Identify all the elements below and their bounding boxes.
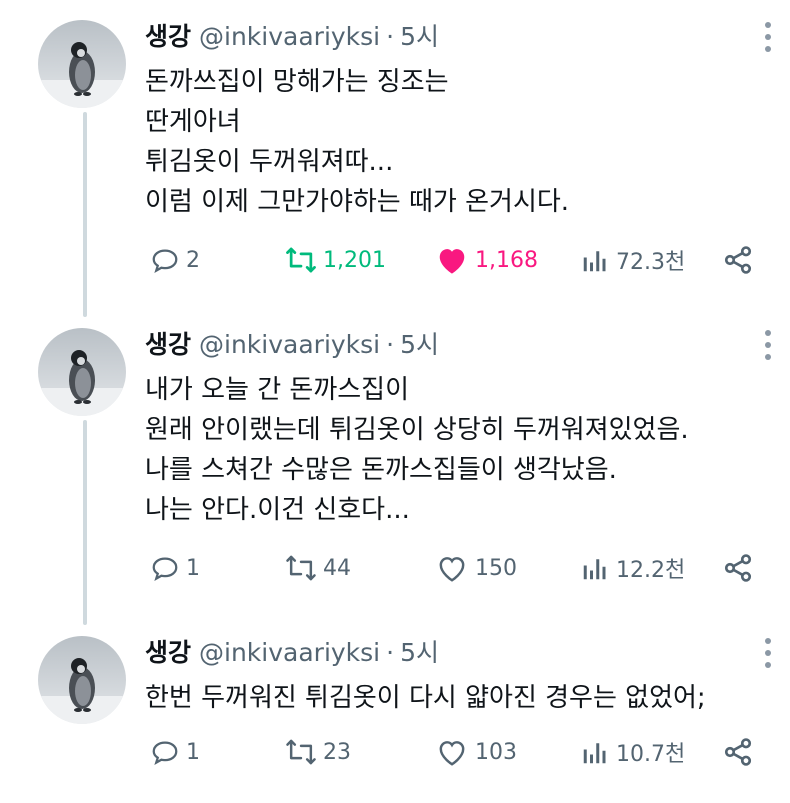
- more-icon: [765, 330, 771, 336]
- retweet-icon: [286, 739, 316, 765]
- tweet-text-line: 한번 두꺼워진 튀김옷이 다시 얇아진 경우는 없었어;: [145, 683, 706, 713]
- like-button[interactable]: 103: [435, 732, 517, 772]
- tweet-text-line: 내가 오늘 간 돈까스집이: [145, 375, 409, 405]
- retweet-button[interactable]: 1,201: [285, 240, 386, 280]
- avatar[interactable]: [38, 20, 126, 108]
- avatar[interactable]: [38, 636, 126, 724]
- tweet-header: 생강 @inkivaariyksi · 5시: [145, 330, 439, 360]
- tweet-text-line: 나를 스쳐간 수많은 돈까스집들이 생각났음.: [145, 455, 617, 485]
- share-button[interactable]: [722, 240, 754, 280]
- views-button[interactable]: 10.7천: [580, 732, 685, 772]
- share-icon: [724, 246, 752, 274]
- views-count: 72.3천: [616, 250, 686, 275]
- reply-count: 1: [186, 555, 200, 581]
- more-icon: [765, 22, 771, 28]
- reply-count: 1: [186, 739, 200, 765]
- reply-button[interactable]: 1: [150, 732, 200, 772]
- penguin-avatar-image: [38, 328, 126, 416]
- views-button[interactable]: 72.3천: [580, 240, 685, 280]
- tweet-header: 생강 @inkivaariyksi · 5시: [145, 22, 439, 52]
- share-button[interactable]: [722, 548, 754, 588]
- penguin-avatar-image: [38, 636, 126, 724]
- like-count: 1,168: [475, 247, 538, 273]
- tweet-text: 돈까쓰집이 망해가는 징조는 딴게아녀 튀김옷이 두꺼워져따... 이럼 이제 …: [145, 62, 569, 222]
- more-options-button[interactable]: [762, 636, 772, 670]
- retweet-icon: [286, 555, 316, 581]
- display-name[interactable]: 생강: [145, 22, 191, 51]
- more-icon: [765, 650, 771, 656]
- user-handle[interactable]: @inkivaariyksi: [199, 22, 380, 51]
- reply-icon: [152, 557, 178, 581]
- action-bar: 2 1,201 1,168 72.3천: [150, 240, 760, 280]
- separator-dot: ·: [386, 638, 395, 667]
- separator-dot: ·: [386, 22, 395, 51]
- reply-button[interactable]: 2: [150, 240, 200, 280]
- like-icon: [439, 557, 465, 582]
- more-icon: [765, 46, 771, 52]
- reply-count: 2: [186, 247, 200, 273]
- display-name[interactable]: 생강: [145, 638, 191, 667]
- action-bar: 1 44 150 12.2천: [150, 548, 760, 588]
- more-icon: [765, 354, 771, 360]
- like-count: 150: [475, 555, 517, 581]
- tweet-text-line: 이럼 이제 그만가야하는 때가 온거시다.: [145, 187, 570, 217]
- more-icon: [765, 34, 771, 40]
- tweet-text-line: 딴게아녀: [145, 107, 241, 137]
- more-options-button[interactable]: [762, 20, 772, 54]
- share-icon: [724, 738, 752, 766]
- action-bar: 1 23 103 10.7천: [150, 732, 760, 772]
- views-icon: [583, 743, 606, 764]
- reply-icon: [152, 249, 178, 273]
- share-button[interactable]: [722, 732, 754, 772]
- views-count: 12.2천: [616, 558, 686, 583]
- timestamp[interactable]: 5시: [400, 22, 439, 51]
- tweet-text-line: 나는 안다.이건 신호다...: [145, 495, 410, 525]
- penguin-avatar-image: [38, 20, 126, 108]
- retweet-icon: [286, 247, 316, 273]
- separator-dot: ·: [386, 330, 395, 359]
- display-name[interactable]: 생강: [145, 330, 191, 359]
- like-icon: [439, 249, 465, 274]
- like-button[interactable]: 150: [435, 548, 517, 588]
- like-button[interactable]: 1,168: [435, 240, 538, 280]
- tweet[interactable]: 생강 @inkivaariyksi · 5시 돈까쓰집이 망해가는 징조는 딴게아녀 …: [0, 12, 790, 312]
- tweet-text: 내가 오늘 간 돈까스집이 원래 안이랬는데 튀김옷이 상당히 두꺼워져있었음.…: [145, 370, 689, 530]
- timestamp[interactable]: 5시: [400, 330, 439, 359]
- reply-button[interactable]: 1: [150, 548, 200, 588]
- tweet-text-line: 원래 안이랬는데 튀김옷이 상당히 두꺼워져있었음.: [145, 415, 689, 445]
- user-handle[interactable]: @inkivaariyksi: [199, 638, 380, 667]
- views-icon: [583, 251, 606, 272]
- more-icon: [765, 662, 771, 668]
- more-icon: [765, 638, 771, 644]
- views-count: 10.7천: [616, 742, 686, 767]
- tweet-text: 한번 두꺼워진 튀김옷이 다시 얇아진 경우는 없었어;: [145, 678, 706, 718]
- like-icon: [439, 741, 465, 766]
- tweet[interactable]: 생강 @inkivaariyksi · 5시 한번 두꺼워진 튀김옷이 다시 얇아진 …: [0, 628, 790, 803]
- tweet-text-line: 튀김옷이 두꺼워져따...: [145, 147, 394, 177]
- share-icon: [724, 554, 752, 582]
- retweet-button[interactable]: 44: [285, 548, 351, 588]
- tweet-text-line: 돈까쓰집이 망해가는 징조는: [145, 67, 449, 97]
- reply-icon: [152, 741, 178, 765]
- views-icon: [583, 559, 606, 580]
- tweet-header: 생강 @inkivaariyksi · 5시: [145, 638, 439, 668]
- retweet-count: 44: [323, 555, 351, 581]
- user-handle[interactable]: @inkivaariyksi: [199, 330, 380, 359]
- more-options-button[interactable]: [762, 328, 772, 362]
- timestamp[interactable]: 5시: [400, 638, 439, 667]
- avatar[interactable]: [38, 328, 126, 416]
- views-button[interactable]: 12.2천: [580, 548, 685, 588]
- more-icon: [765, 342, 771, 348]
- tweet[interactable]: 생강 @inkivaariyksi · 5시 내가 오늘 간 돈까스집이 원래 안이랬…: [0, 320, 790, 620]
- retweet-count: 1,201: [323, 247, 386, 273]
- retweet-count: 23: [323, 739, 351, 765]
- like-count: 103: [475, 739, 517, 765]
- retweet-button[interactable]: 23: [285, 732, 351, 772]
